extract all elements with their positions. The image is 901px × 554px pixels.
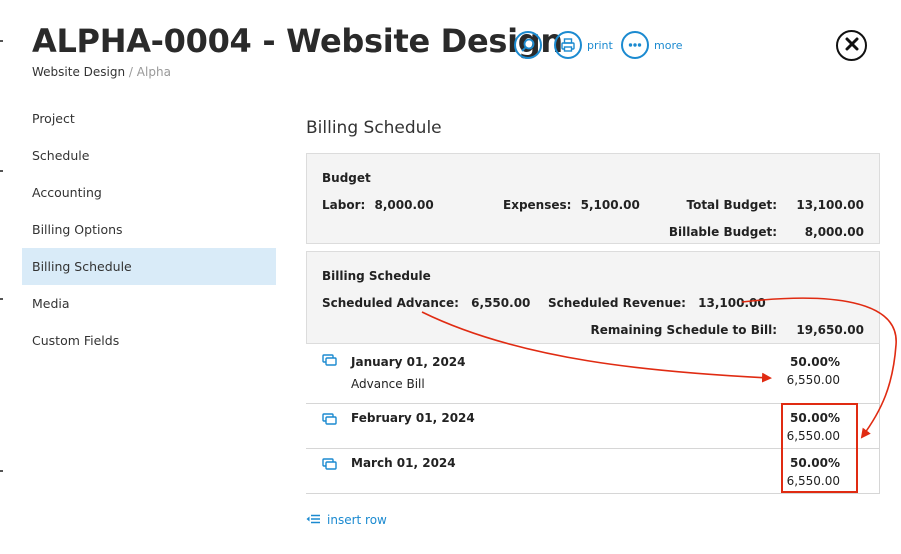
sidebar-item-schedule[interactable]: Schedule	[22, 137, 276, 174]
search-icon	[514, 31, 542, 59]
budget-title: Budget	[322, 171, 371, 185]
row-date: March 01, 2024	[351, 456, 456, 470]
scheduled-advance-label: Scheduled Advance:	[322, 296, 459, 310]
schedule-summary-panel: Billing Schedule Scheduled Advance: 6,55…	[306, 251, 880, 344]
labor-label: Labor:	[322, 198, 366, 212]
section-title: Billing Schedule	[306, 118, 442, 138]
insert-row-icon	[306, 513, 321, 527]
print-icon	[554, 31, 582, 59]
scheduled-advance-field: Scheduled Advance: 6,550.00	[322, 296, 530, 310]
sidebar-item-accounting[interactable]: Accounting	[22, 174, 276, 211]
total-budget-value: 13,100.00	[796, 198, 864, 212]
edge-mark	[0, 298, 3, 300]
expenses-label: Expenses:	[503, 198, 572, 212]
more-button[interactable]: more	[621, 31, 683, 59]
breadcrumb-project[interactable]: Website Design	[32, 65, 125, 79]
labor-field: Labor: 8,000.00	[322, 198, 434, 212]
sidebar-item-project[interactable]: Project	[22, 100, 276, 137]
remaining-label: Remaining Schedule to Bill:	[590, 323, 777, 337]
scheduled-revenue-value: 13,100.00	[698, 296, 766, 310]
breadcrumb-client[interactable]: Alpha	[137, 65, 171, 79]
edge-mark	[0, 170, 3, 172]
more-icon	[621, 31, 649, 59]
sidebar-item-billing-options[interactable]: Billing Options	[22, 211, 276, 248]
row-percent: 50.00%	[790, 355, 840, 369]
more-label[interactable]: more	[654, 39, 683, 52]
edge-mark	[0, 40, 3, 42]
print-label[interactable]: print	[587, 39, 613, 52]
search-button[interactable]	[514, 31, 542, 59]
copy-icon[interactable]	[322, 458, 337, 473]
edge-mark	[0, 470, 3, 472]
row-date: January 01, 2024	[351, 355, 466, 369]
row-amount: 6,550.00	[786, 373, 840, 387]
labor-value: 8,000.00	[374, 198, 434, 212]
remaining-value: 19,650.00	[796, 323, 864, 337]
scheduled-revenue-field: Scheduled Revenue: 13,100.00	[548, 296, 766, 310]
table-bottom-border	[306, 493, 880, 494]
billable-budget-value: 8,000.00	[804, 225, 864, 239]
expenses-value: 5,100.00	[580, 198, 640, 212]
row-note: Advance Bill	[351, 377, 425, 391]
table-row: January 01, 2024 Advance Bill 50.00% 6,5…	[306, 345, 880, 404]
row-date: February 01, 2024	[351, 411, 475, 425]
copy-icon[interactable]	[322, 354, 337, 369]
sidebar: Project Schedule Accounting Billing Opti…	[22, 100, 276, 359]
sidebar-item-custom-fields[interactable]: Custom Fields	[22, 322, 276, 359]
budget-panel: Budget Labor: 8,000.00 Expenses: 5,100.0…	[306, 153, 880, 244]
schedule-summary-title: Billing Schedule	[322, 269, 431, 283]
expenses-field: Expenses: 5,100.00	[503, 198, 640, 212]
scheduled-advance-value: 6,550.00	[471, 296, 531, 310]
print-button[interactable]: print	[554, 31, 613, 59]
highlight-box	[781, 403, 858, 493]
insert-row-button[interactable]: insert row	[306, 513, 387, 527]
copy-icon[interactable]	[322, 413, 337, 428]
insert-row-label: insert row	[327, 513, 387, 527]
page-title: ALPHA-0004 - Website Design	[32, 22, 563, 60]
total-budget-label: Total Budget:	[686, 198, 777, 212]
breadcrumb-separator: /	[128, 65, 133, 79]
scheduled-revenue-label: Scheduled Revenue:	[548, 296, 686, 310]
sidebar-item-billing-schedule[interactable]: Billing Schedule	[22, 248, 276, 285]
sidebar-item-media[interactable]: Media	[22, 285, 276, 322]
breadcrumb: Website Design / Alpha	[32, 65, 171, 79]
close-icon	[845, 36, 859, 55]
close-button[interactable]	[836, 30, 867, 61]
billable-budget-label: Billable Budget:	[668, 225, 777, 239]
